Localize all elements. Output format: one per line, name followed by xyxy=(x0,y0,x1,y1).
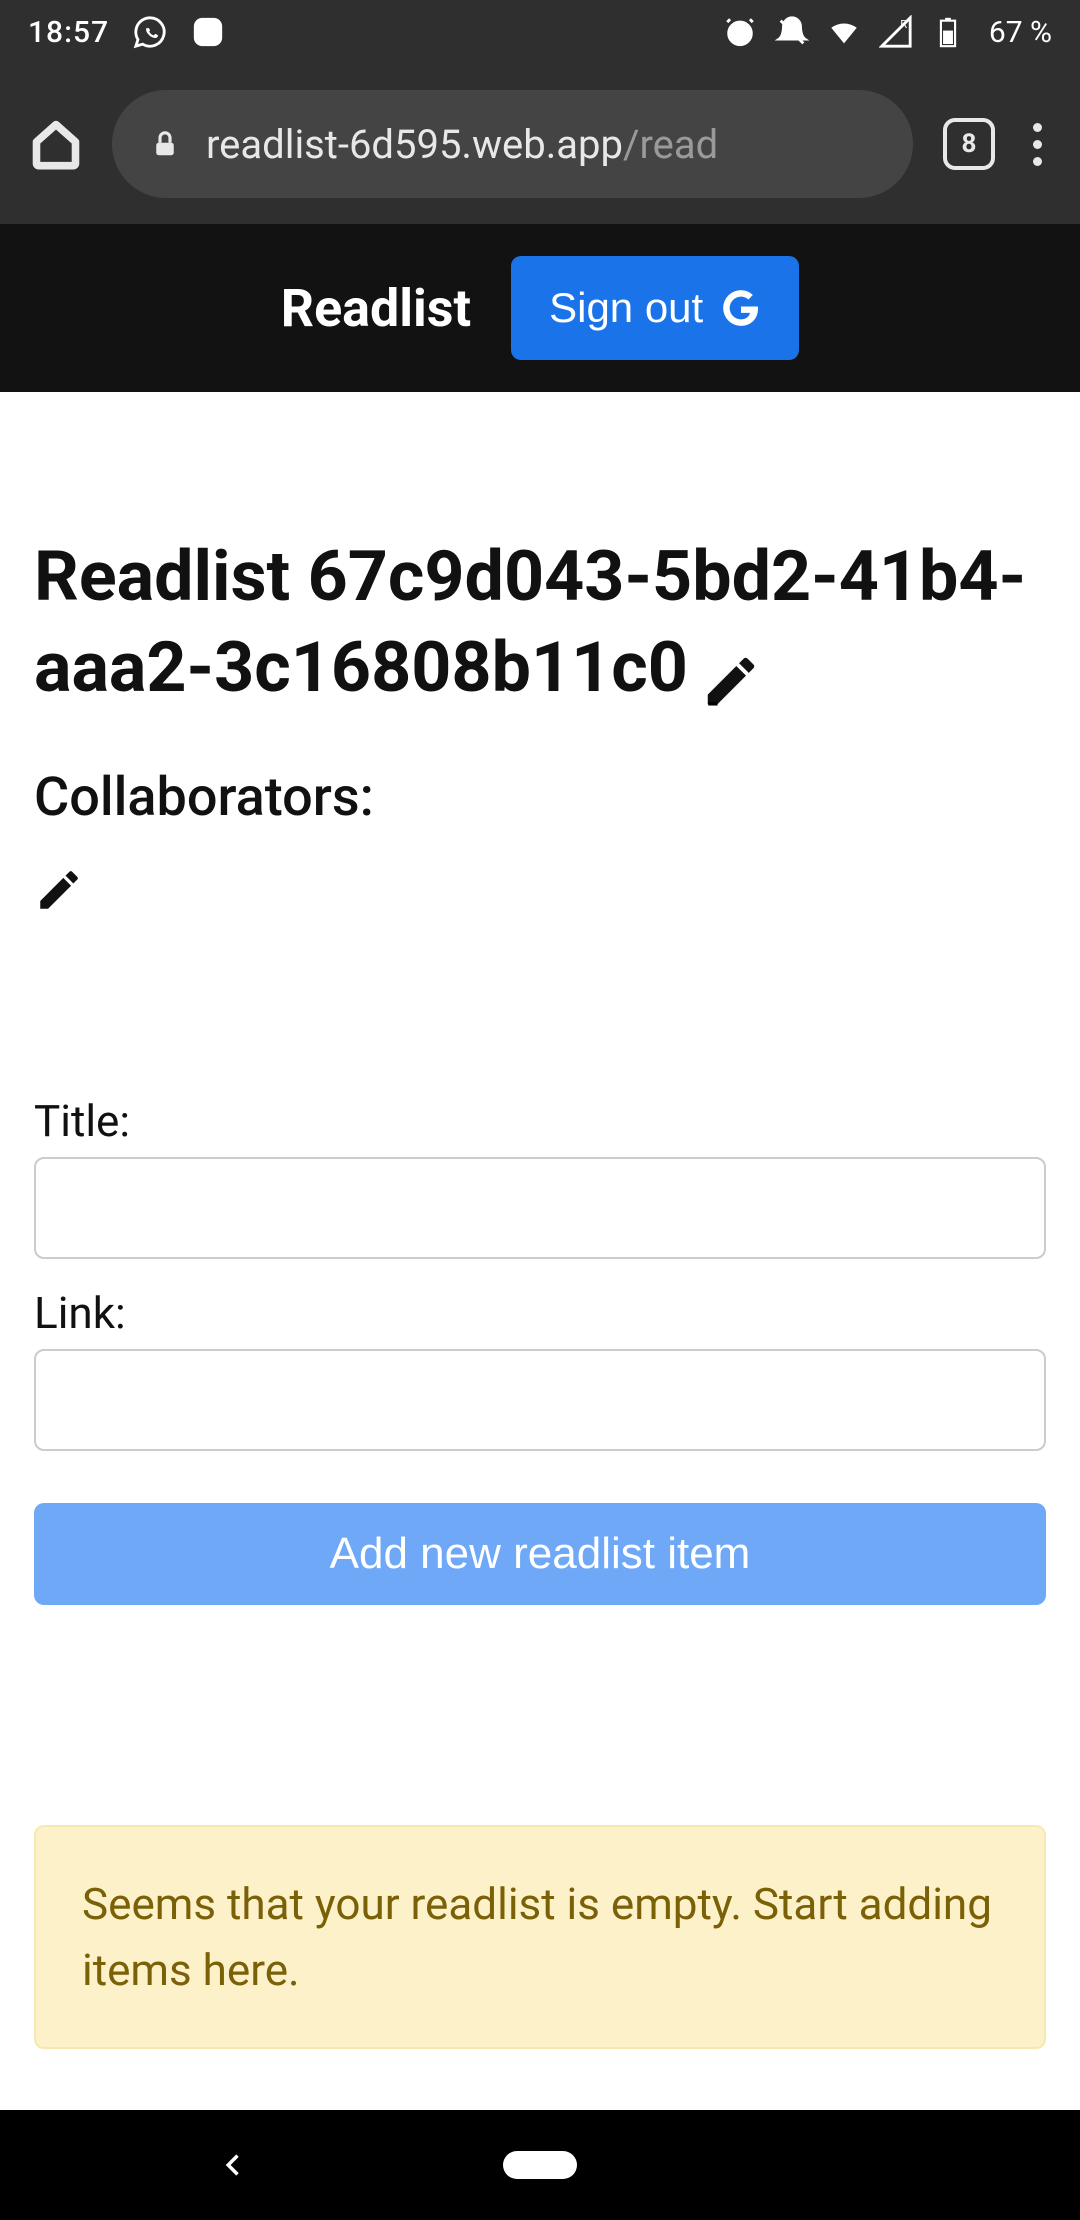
svg-text:R: R xyxy=(900,17,907,31)
google-icon xyxy=(721,288,761,328)
url-path: /read xyxy=(623,121,718,168)
edit-collaborators-icon[interactable] xyxy=(34,865,84,915)
browser-menu-button[interactable] xyxy=(1025,123,1050,166)
url-bar[interactable]: readlist-6d595.web.app/read xyxy=(112,90,913,198)
nav-back-icon[interactable] xyxy=(220,2151,248,2179)
battery-percentage: 67 % xyxy=(989,15,1052,50)
browser-toolbar: readlist-6d595.web.app/read 8 xyxy=(0,64,1080,224)
whatsapp-icon xyxy=(133,15,167,49)
url-host: readlist-6d595.web.app xyxy=(206,121,623,168)
add-item-form: Title: Link: Add new readlist item xyxy=(34,1095,1046,1605)
dnd-icon xyxy=(775,15,809,49)
page-title: Readlist 67c9d043-5bd2-41b4-aaa2-3c16808… xyxy=(34,536,1026,709)
empty-state-alert: Seems that your readlist is empty. Start… xyxy=(34,1825,1046,2049)
title-input[interactable] xyxy=(34,1157,1046,1259)
empty-state-text: Seems that your readlist is empty. Start… xyxy=(82,1871,998,2003)
title-field-label: Title: xyxy=(34,1095,1046,1147)
page-content: Readlist 67c9d043-5bd2-41b4-aaa2-3c16808… xyxy=(0,392,1080,2049)
nav-home-pill[interactable] xyxy=(503,2151,577,2179)
battery-icon xyxy=(931,15,965,49)
status-time: 18:57 xyxy=(28,15,109,50)
link-field-label: Link: xyxy=(34,1287,1046,1339)
sign-out-button[interactable]: Sign out xyxy=(511,256,799,360)
instagram-icon xyxy=(191,15,225,49)
home-icon[interactable] xyxy=(30,118,82,170)
android-status-bar: 18:57 R 67 % xyxy=(0,0,1080,64)
collaborators-label: Collaborators: xyxy=(34,766,1046,829)
add-item-button[interactable]: Add new readlist item xyxy=(34,1503,1046,1605)
link-input[interactable] xyxy=(34,1349,1046,1451)
lock-icon xyxy=(150,127,180,161)
alarm-icon xyxy=(723,15,757,49)
app-brand: Readlist xyxy=(281,278,471,339)
tab-switcher[interactable]: 8 xyxy=(943,118,995,170)
android-nav-bar xyxy=(0,2110,1080,2220)
edit-title-icon[interactable] xyxy=(700,650,762,712)
app-header: Readlist Sign out xyxy=(0,224,1080,392)
cell-signal-icon: R xyxy=(879,15,913,49)
wifi-icon xyxy=(827,15,861,49)
sign-out-label: Sign out xyxy=(549,284,703,332)
